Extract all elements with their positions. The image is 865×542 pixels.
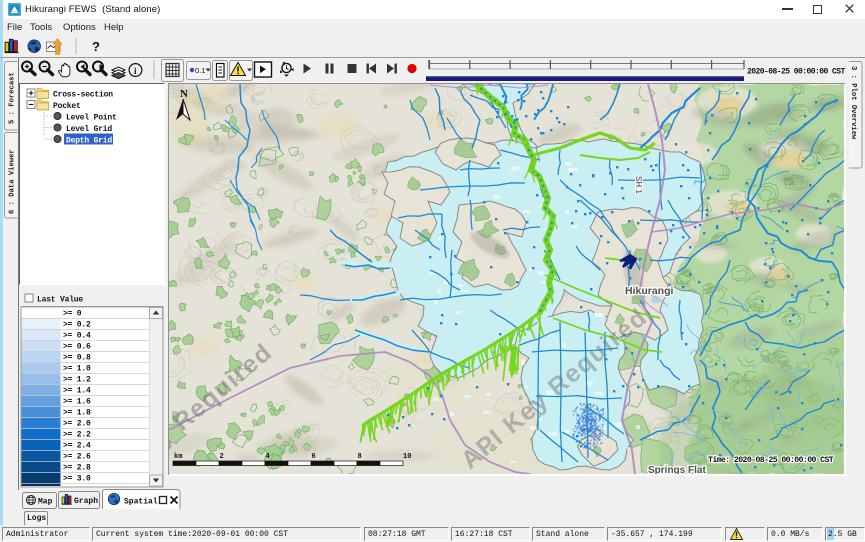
svg-text:>= 0.8: >= 0.8 bbox=[63, 354, 91, 363]
svg-text:6 : Data Viewer: 6 : Data Viewer bbox=[9, 149, 17, 214]
svg-text:>= 2.0: >= 2.0 bbox=[63, 420, 91, 429]
svg-text:>= 1.6: >= 1.6 bbox=[63, 398, 91, 407]
svg-text:Time: 2020-08-25 00:00:00 CST: Time: 2020-08-25 00:00:00 CST bbox=[708, 455, 834, 465]
svg-text:>= 0.4: >= 0.4 bbox=[63, 332, 91, 341]
svg-text:km: km bbox=[174, 453, 182, 461]
svg-text:>= 0: >= 0 bbox=[63, 310, 82, 319]
svg-text:>= 1.8: >= 1.8 bbox=[63, 409, 91, 418]
svg-text:8: 8 bbox=[358, 453, 362, 461]
svg-text:Cross-section: Cross-section bbox=[53, 91, 113, 100]
svg-text:Hikurangi: Hikurangi bbox=[625, 285, 674, 297]
svg-text:Map: Map bbox=[38, 498, 53, 507]
svg-text:>= 1.2: >= 1.2 bbox=[63, 376, 91, 385]
svg-text:>= 0.2: >= 0.2 bbox=[63, 321, 91, 330]
svg-text:Spatial: Spatial bbox=[124, 498, 158, 507]
svg-text:Level Point: Level Point bbox=[66, 114, 117, 123]
svg-text:>= 2.4: >= 2.4 bbox=[63, 442, 91, 451]
svg-text:Pocket: Pocket bbox=[53, 102, 81, 111]
svg-text:>= 2.2: >= 2.2 bbox=[63, 431, 91, 440]
svg-text:4: 4 bbox=[266, 453, 270, 461]
svg-text:Last Value: Last Value bbox=[37, 296, 83, 305]
svg-text:2020-08-25 00:00:00 CST: 2020-08-25 00:00:00 CST bbox=[747, 68, 846, 77]
svg-text:>= 2.8: >= 2.8 bbox=[63, 464, 91, 473]
svg-text:SH 1: SH 1 bbox=[634, 176, 643, 194]
svg-text:0.1: 0.1 bbox=[195, 66, 205, 75]
svg-text:Springs Flat: Springs Flat bbox=[648, 465, 706, 474]
svg-text:>= 0.6: >= 0.6 bbox=[63, 343, 91, 352]
svg-text:>= 2.6: >= 2.6 bbox=[63, 453, 91, 462]
svg-text:2: 2 bbox=[220, 453, 224, 461]
svg-text:6: 6 bbox=[312, 453, 316, 461]
svg-text:>= 3.0: >= 3.0 bbox=[63, 475, 91, 484]
svg-text:>= 1.4: >= 1.4 bbox=[63, 387, 91, 396]
svg-text:>= 1.0: >= 1.0 bbox=[63, 365, 91, 374]
svg-text:Level Grid: Level Grid bbox=[66, 125, 112, 134]
svg-text:Graph: Graph bbox=[74, 497, 98, 506]
svg-text:10: 10 bbox=[403, 453, 411, 461]
svg-text:Depth Grid: Depth Grid bbox=[66, 137, 112, 146]
svg-text:i: i bbox=[134, 66, 137, 76]
svg-text:N: N bbox=[180, 88, 188, 100]
